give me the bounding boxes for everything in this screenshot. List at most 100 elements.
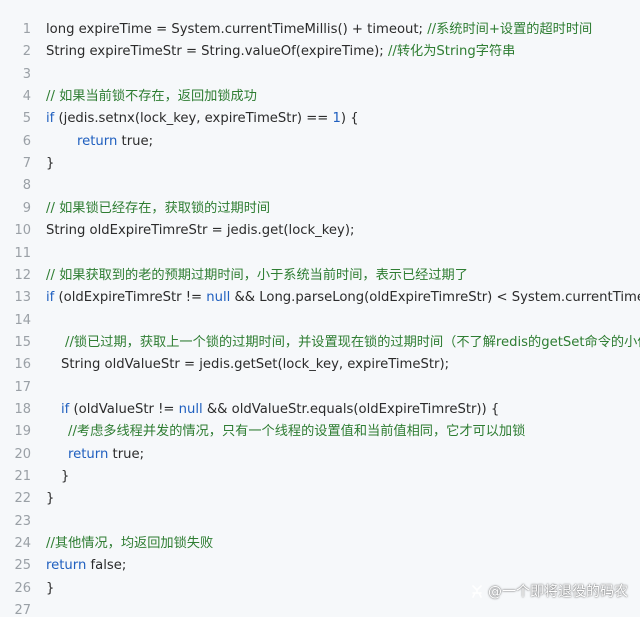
keyword-token: null bbox=[206, 290, 231, 306]
code-token: true; bbox=[117, 133, 154, 149]
comment-token: //系统时间+设置的超时时间 bbox=[427, 22, 593, 37]
code-token: String oldExpireTimreStr = jedis.get(loc… bbox=[46, 223, 355, 239]
code-line: 24 //其他情况，均返回加锁失败 bbox=[0, 533, 640, 555]
code-line: 18 if (oldValueStr != null && oldValueStr… bbox=[0, 399, 640, 421]
code-line: 14 bbox=[0, 310, 640, 332]
number-token: 1 bbox=[332, 111, 341, 127]
line-number: 13 bbox=[14, 290, 31, 306]
code-text: return true; bbox=[68, 444, 144, 466]
code-text: String oldValueStr = jedis.getSet(lock_k… bbox=[61, 354, 449, 376]
code-token: } bbox=[61, 469, 70, 484]
code-line: 20 return true; bbox=[0, 444, 640, 466]
platform-logo-icon bbox=[472, 585, 482, 598]
code-token: } bbox=[46, 580, 55, 596]
line-number: 11 bbox=[14, 245, 31, 261]
code-text: String expireTimeStr = String.valueOf(ex… bbox=[46, 41, 515, 63]
line-number: 22 bbox=[14, 491, 31, 507]
code-text: return true; bbox=[77, 131, 153, 153]
code-text: String oldExpireTimreStr = jedis.get(loc… bbox=[46, 220, 354, 242]
code-token: String oldValueStr = jedis.getSet(lock_k… bbox=[61, 357, 450, 373]
code-line: 19 //考虑多线程并发的情况，只有一个线程的设置值和当前值相同，它才可以加锁 bbox=[0, 421, 640, 443]
keyword-token: return bbox=[77, 133, 118, 149]
code-line: 10 String oldExpireTimreStr = jedis.get(l… bbox=[0, 220, 640, 242]
code-line: 9 // 如果锁已经存在，获取锁的过期时间 bbox=[0, 198, 640, 220]
code-line: 16 String oldValueStr = jedis.getSet(lock… bbox=[0, 354, 640, 376]
keyword-token: null bbox=[178, 401, 203, 417]
code-token: (oldValueStr != bbox=[69, 401, 179, 417]
code-text: } bbox=[46, 488, 54, 510]
line-number: 19 bbox=[14, 424, 31, 440]
code-text: if (jedis.setnx(lock_key, expireTimeStr)… bbox=[46, 108, 359, 130]
code-line: 17 bbox=[0, 377, 640, 399]
code-line: 22} bbox=[0, 488, 640, 510]
code-line: 1 long expireTime = System.currentTimeMil… bbox=[0, 19, 640, 41]
code-text: long expireTime = System.currentTimeMill… bbox=[46, 19, 592, 41]
keyword-token: return bbox=[46, 558, 87, 574]
code-token: && oldValueStr.equals(oldExpireTimreStr)… bbox=[202, 401, 500, 417]
line-number: 24 bbox=[14, 536, 31, 552]
line-number: 16 bbox=[14, 357, 31, 373]
line-number: 15 bbox=[14, 334, 31, 350]
line-number: 3 bbox=[22, 66, 31, 82]
line-number: 25 bbox=[14, 558, 31, 574]
code-line: 15 //锁已过期，获取上一个锁的过期时间，并设置现在锁的过期时间（不了解redi… bbox=[0, 332, 640, 354]
line-number: 8 bbox=[22, 178, 31, 194]
code-token: (jedis.setnx(lock_key, expireTimeStr) == bbox=[54, 111, 333, 127]
line-number: 9 bbox=[22, 200, 31, 216]
code-text: } bbox=[46, 578, 54, 600]
code-text: if (oldExpireTimreStr != null && Long.pa… bbox=[46, 287, 640, 309]
comment-token: //考虑多线程并发的情况，只有一个线程的设置值和当前值相同，它才可以加锁 bbox=[68, 424, 526, 440]
line-number: 18 bbox=[14, 401, 31, 417]
code-line: 8 bbox=[0, 175, 640, 197]
code-text: // 如果锁已经存在，获取锁的过期时间 bbox=[46, 198, 270, 220]
code-token: String expireTimeStr = String.valueOf(ex… bbox=[46, 44, 388, 60]
code-text: } bbox=[46, 153, 54, 175]
comment-token: //转化为String字符串 bbox=[387, 44, 516, 60]
code-text: // 如果获取到的老的预期过期时间，小于系统当前时间，表示已经过期了 bbox=[46, 265, 468, 287]
comment-token: // 如果当前锁不存在，返回加锁成功 bbox=[46, 89, 257, 105]
code-line: 12 // 如果获取到的老的预期过期时间，小于系统当前时间，表示已经过期了 bbox=[0, 265, 640, 287]
code-token: && Long.parseLong(oldExpireTimreStr) < S… bbox=[234, 290, 640, 306]
line-number: 14 bbox=[14, 312, 31, 328]
line-number: 4 bbox=[22, 89, 31, 105]
code-text: if (oldValueStr != null && oldValueStr.e… bbox=[61, 399, 499, 421]
line-number: 20 bbox=[14, 446, 31, 462]
code-token: } bbox=[46, 156, 55, 172]
line-number: 5 bbox=[22, 111, 31, 127]
code-line: 2 String expireTimeStr = String.valueOf(e… bbox=[0, 41, 640, 63]
code-text: } bbox=[61, 466, 69, 488]
line-number: 17 bbox=[14, 379, 31, 395]
line-number: 27 bbox=[14, 603, 31, 617]
code-line: 7} bbox=[0, 153, 640, 175]
code-block: 1 long expireTime = System.currentTimeMil… bbox=[0, 0, 640, 617]
code-line: 5 if (jedis.setnx(lock_key, expireTimeStr… bbox=[0, 108, 640, 130]
line-number: 1 bbox=[22, 22, 31, 37]
line-number: 2 bbox=[22, 44, 31, 60]
line-number: 26 bbox=[14, 580, 31, 596]
code-line: 3 bbox=[0, 64, 640, 86]
line-number: 10 bbox=[14, 223, 31, 239]
code-line: 25 return false; bbox=[0, 555, 640, 577]
watermark: @一个即将退役的码农 bbox=[470, 581, 628, 601]
line-number: 23 bbox=[14, 513, 31, 529]
code-line: 21} bbox=[0, 466, 640, 488]
code-text: //锁已过期，获取上一个锁的过期时间，并设置现在锁的过期时间（不了解redis的… bbox=[65, 332, 640, 354]
code-line: 6 return true; bbox=[0, 131, 640, 153]
watermark-text: @一个即将退役的码农 bbox=[488, 584, 628, 600]
code-line: 13 if (oldExpireTimreStr != null && Long.… bbox=[0, 287, 640, 309]
code-token: long expireTime = System.currentTimeMill… bbox=[46, 22, 428, 37]
code-token: ) { bbox=[340, 111, 359, 127]
code-text: return false; bbox=[46, 555, 126, 577]
keyword-token: return bbox=[68, 446, 109, 462]
code-line: 27 bbox=[0, 600, 640, 617]
comment-token: //其他情况，均返回加锁失败 bbox=[46, 536, 214, 552]
line-number: 21 bbox=[14, 469, 31, 484]
code-text: // 如果当前锁不存在，返回加锁成功 bbox=[46, 86, 257, 108]
comment-token: //锁已过期，获取上一个锁的过期时间，并设置现在锁的过期时间（不了解redis的… bbox=[65, 334, 640, 350]
code-token: } bbox=[46, 491, 55, 507]
code-token: false; bbox=[86, 558, 127, 574]
code-line: 11 bbox=[0, 243, 640, 265]
code-line: 23 bbox=[0, 511, 640, 533]
code-text: //考虑多线程并发的情况，只有一个线程的设置值和当前值相同，它才可以加锁 bbox=[68, 421, 525, 443]
comment-token: // 如果获取到的老的预期过期时间，小于系统当前时间，表示已经过期了 bbox=[46, 267, 468, 283]
